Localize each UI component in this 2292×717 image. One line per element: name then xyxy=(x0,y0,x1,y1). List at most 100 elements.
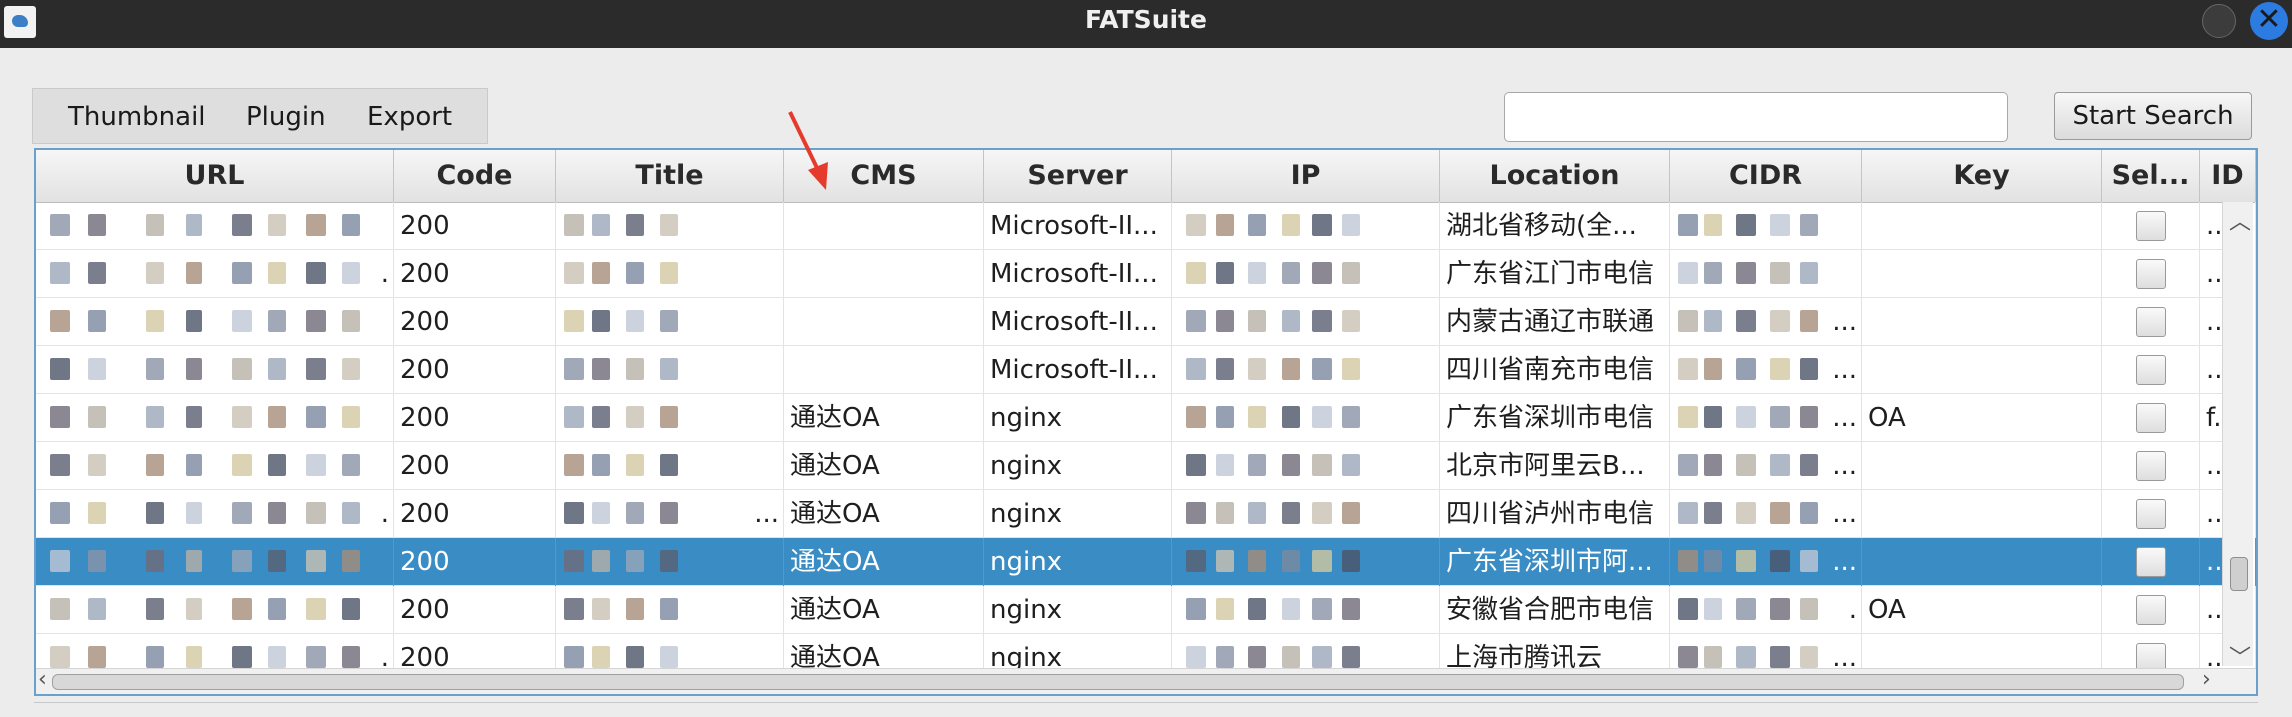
table-row[interactable]: 200 通达OA nginx 安徽省合肥市电信. OA... xyxy=(36,586,2256,634)
redacted-block xyxy=(1186,358,1206,380)
redacted-block xyxy=(1770,358,1790,380)
col-location-text: 内蒙古通辽市联通 xyxy=(1446,307,1655,337)
redacted-block xyxy=(1704,454,1722,476)
redacted-block xyxy=(660,406,678,428)
col-server-text: Microsoft-II... xyxy=(990,307,1158,337)
redacted-block xyxy=(1312,214,1332,236)
table-row[interactable]: 200 通达OA nginx 北京市阿里云B......... xyxy=(36,442,2256,490)
select-checkbox[interactable] xyxy=(2136,259,2166,289)
redacted-block xyxy=(50,262,70,284)
col-location-text: 四川省泸州市电信 xyxy=(1446,499,1655,529)
table-row[interactable]: 200 Microsoft-II... 内蒙古通辽市联通...... xyxy=(36,298,2256,346)
header-col-server[interactable]: Server xyxy=(984,150,1172,202)
col-url-cell xyxy=(36,538,394,586)
table-row[interactable]: . 200 Microsoft-II... 广东省江门市电信... xyxy=(36,250,2256,298)
redacted-block xyxy=(1342,406,1360,428)
redacted-block xyxy=(660,502,678,524)
start-search-button[interactable]: Start Search xyxy=(2054,92,2252,140)
redacted-block xyxy=(1736,454,1756,476)
col-code-text: 200 xyxy=(400,307,450,337)
col-location-cell: 湖北省移动(全... xyxy=(1440,202,1670,250)
redacted-block xyxy=(1186,310,1206,332)
table-row[interactable]: 200 Microsoft-II... 湖北省移动(全...... xyxy=(36,202,2256,250)
header-col-location[interactable]: Location xyxy=(1440,150,1670,202)
redacted-block xyxy=(1312,646,1332,668)
header-col-id[interactable]: ID xyxy=(2200,150,2256,202)
redacted-block xyxy=(564,310,584,332)
table-row[interactable]: 200通达OAnginx广东省深圳市电信...OAf... xyxy=(36,394,2256,442)
col-select-cell xyxy=(2102,490,2200,538)
header-col-code[interactable]: Code xyxy=(394,150,556,202)
redacted-block xyxy=(1312,550,1332,572)
redacted-block xyxy=(660,598,678,620)
col-cms-text: 通达OA xyxy=(790,547,880,577)
redacted-block xyxy=(306,502,326,524)
redacted-block xyxy=(1216,598,1234,620)
header-col-cms[interactable]: CMS xyxy=(784,150,984,202)
col-server-text: Microsoft-II... xyxy=(990,211,1158,241)
select-checkbox[interactable] xyxy=(2136,499,2166,529)
redacted-block xyxy=(1312,310,1332,332)
select-checkbox[interactable] xyxy=(2136,403,2166,433)
select-checkbox[interactable] xyxy=(2136,355,2166,385)
redacted-block xyxy=(1248,262,1266,284)
redacted-block xyxy=(232,550,252,572)
select-checkbox[interactable] xyxy=(2136,595,2166,625)
select-checkbox[interactable] xyxy=(2136,211,2166,241)
vertical-scroll-thumb[interactable] xyxy=(2230,557,2248,591)
vertical-scrollbar[interactable]: ︿ ﹀ xyxy=(2222,202,2253,671)
menu-export[interactable]: Export xyxy=(367,89,452,145)
redacted-block xyxy=(342,598,360,620)
chevron-left-icon[interactable]: ‹ xyxy=(38,667,47,692)
table-row[interactable]: 200 Microsoft-II... 四川省南充市电信...... xyxy=(36,346,2256,394)
minimize-button[interactable] xyxy=(2202,4,2236,38)
chevron-right-icon[interactable]: › xyxy=(2202,667,2211,692)
col-url-cell xyxy=(36,394,394,442)
redacted-block xyxy=(1216,214,1234,236)
menu-plugin[interactable]: Plugin xyxy=(246,89,326,145)
select-checkbox[interactable] xyxy=(2136,547,2166,577)
redacted-block xyxy=(306,454,326,476)
table-row[interactable]: . 200... 通达OA nginx 四川省泸州市电信...... xyxy=(36,490,2256,538)
redacted-block xyxy=(1186,454,1206,476)
col-server-text: nginx xyxy=(990,451,1063,481)
menu-thumbnail[interactable]: Thumbnail xyxy=(68,89,206,145)
col-title-cell xyxy=(556,538,784,586)
search-input[interactable] xyxy=(1504,92,2008,142)
col-cidr-cell: ... xyxy=(1670,538,1862,586)
table-row[interactable]: 200 通达OA nginx 广东省深圳市阿......... xyxy=(36,538,2256,586)
redacted-block xyxy=(1216,454,1234,476)
header-col-title[interactable]: Title xyxy=(556,150,784,202)
redacted-block xyxy=(1342,646,1360,668)
redacted-block xyxy=(232,358,252,380)
header-col-select[interactable]: Sel... xyxy=(2102,150,2200,202)
header-col-cidr[interactable]: CIDR xyxy=(1670,150,1862,202)
redacted-block xyxy=(1186,598,1206,620)
redacted-block xyxy=(1678,406,1698,428)
redacted-block xyxy=(268,646,286,668)
col-title-text: ... xyxy=(754,499,779,529)
col-location-cell: 广东省江门市电信 xyxy=(1440,250,1670,298)
redacted-block xyxy=(232,214,252,236)
header-col-key[interactable]: Key xyxy=(1862,150,2102,202)
redacted-block xyxy=(1248,214,1266,236)
redacted-block xyxy=(1248,358,1266,380)
header-col-ip[interactable]: IP xyxy=(1172,150,1440,202)
redacted-block xyxy=(1800,550,1818,572)
redacted-block xyxy=(1216,262,1234,284)
chevron-up-icon[interactable]: ︿ xyxy=(2229,204,2251,236)
close-button[interactable]: ✕ xyxy=(2250,2,2288,40)
horizontal-scroll-thumb[interactable] xyxy=(52,674,2184,690)
horizontal-scrollbar[interactable]: ‹ › xyxy=(36,667,2256,694)
redacted-block xyxy=(1736,214,1756,236)
redacted-block xyxy=(564,598,584,620)
redacted-block xyxy=(1282,214,1300,236)
redacted-block xyxy=(1678,310,1698,332)
select-checkbox[interactable] xyxy=(2136,451,2166,481)
redacted-block xyxy=(1736,598,1756,620)
redacted-block xyxy=(88,262,106,284)
select-checkbox[interactable] xyxy=(2136,307,2166,337)
col-code-cell: 200 xyxy=(394,202,556,250)
header-col-url[interactable]: URL xyxy=(36,150,394,202)
redacted-block xyxy=(1186,262,1206,284)
